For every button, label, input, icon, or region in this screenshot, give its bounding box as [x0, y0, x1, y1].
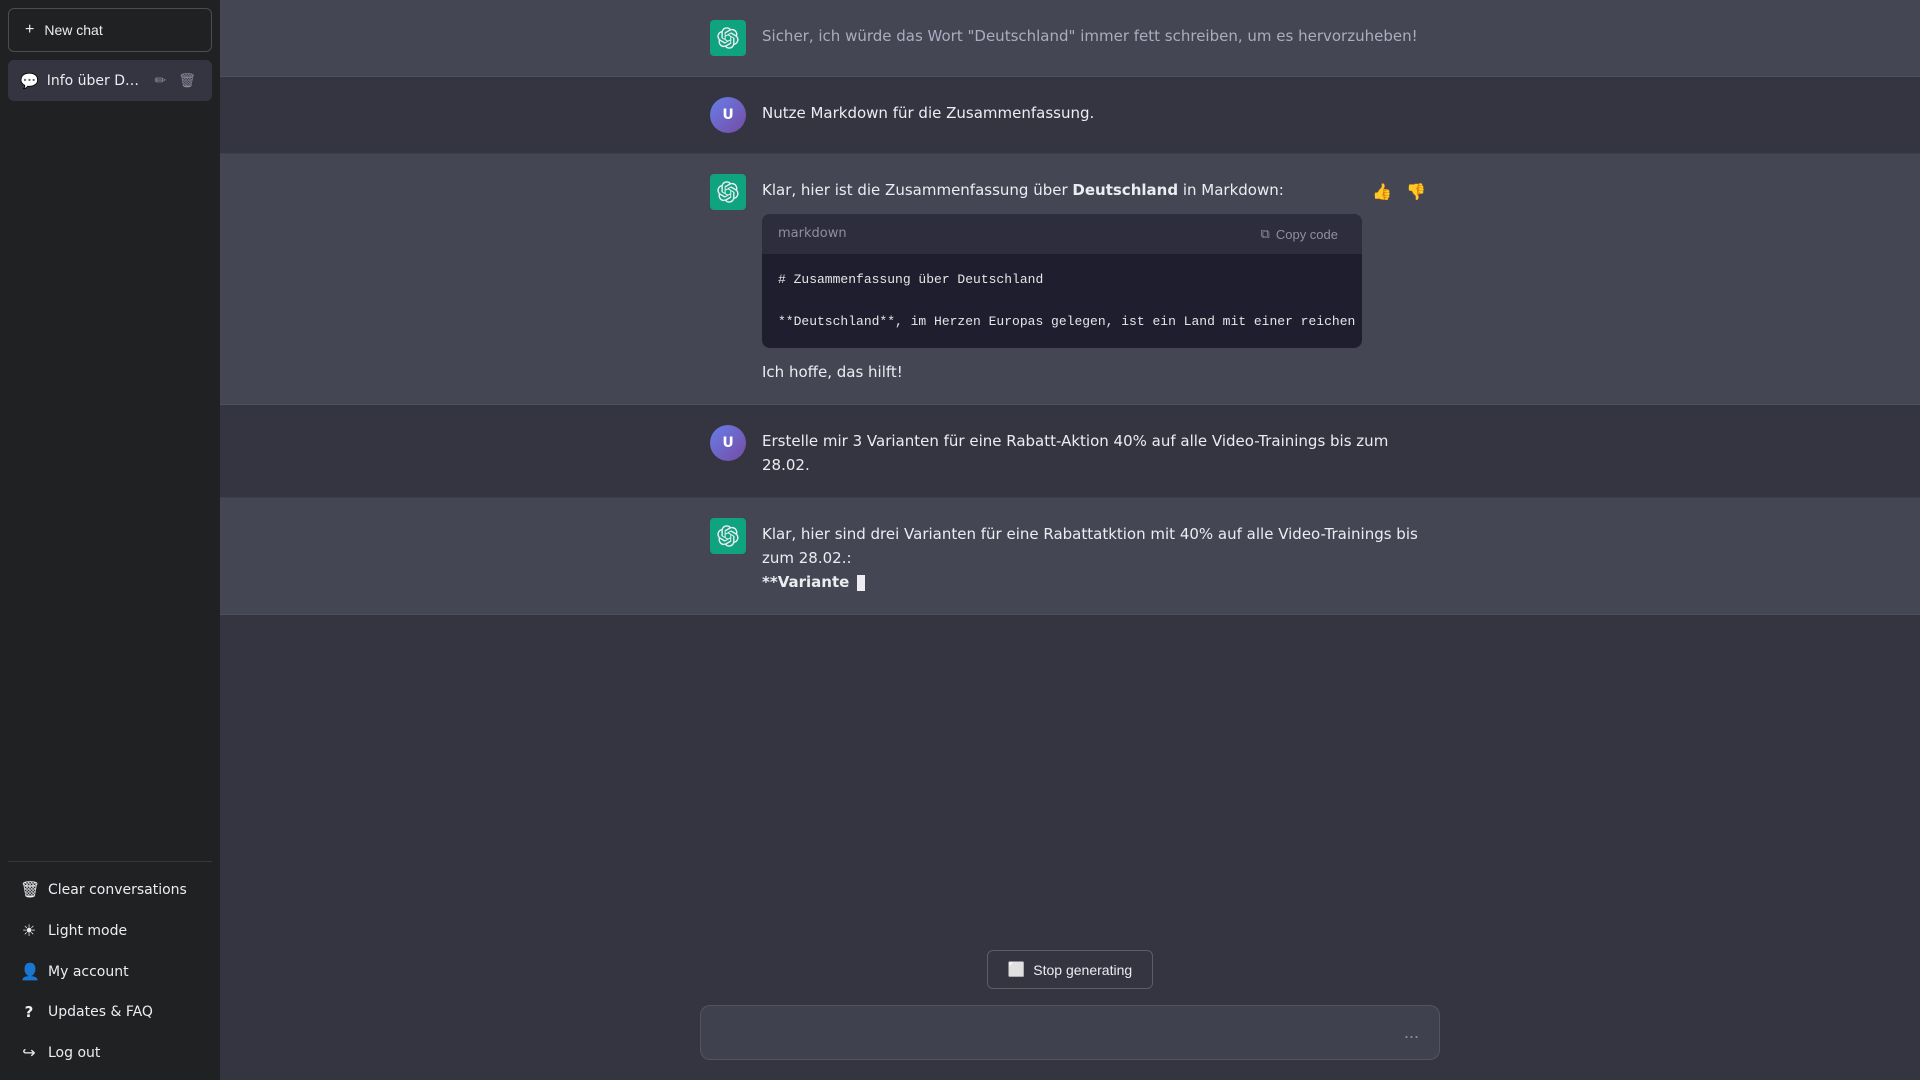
new-chat-button[interactable]: + New chat	[8, 8, 212, 52]
sidebar-item-updates-faq[interactable]: ? Updates & FAQ	[8, 993, 212, 1031]
typing-cursor	[857, 575, 865, 591]
message-block-user1: U Nutze Markdown für die Zusammenfassung…	[220, 77, 1920, 154]
assistant-msg2-intro: Klar, hier ist die Zusammenfassung über …	[762, 178, 1430, 202]
message-actions-2: 👍 👎	[1368, 178, 1430, 206]
assistant-msg3-text1: Klar, hier sind drei Varianten für eine …	[762, 522, 1430, 570]
code-block: markdown ⧉ Copy code # Zusammenfassung ü…	[762, 214, 1362, 348]
chat-history: 💬 Info über Deutschland. ✏ 🗑	[8, 60, 212, 861]
copy-code-label: Copy code	[1276, 227, 1338, 242]
assistant-message-3-content: Klar, hier sind drei Varianten für eine …	[762, 518, 1430, 594]
chat-input-area: ⬜ Stop generating ...	[220, 934, 1920, 1080]
chat-item-actions: ✏ 🗑	[150, 70, 200, 91]
message-inner: Sicher, ich würde das Wort "Deutschland"…	[670, 20, 1470, 56]
delete-chat-button[interactable]: 🗑	[174, 70, 200, 91]
light-mode-label: Light mode	[48, 923, 127, 939]
plus-icon: +	[25, 21, 34, 39]
message-block-faded: Sicher, ich würde das Wort "Deutschland"…	[220, 0, 1920, 77]
assistant-avatar	[710, 20, 746, 56]
stop-generating-label: Stop generating	[1033, 962, 1132, 978]
stop-generating-button[interactable]: ⬜ Stop generating	[987, 950, 1153, 989]
send-button[interactable]: ...	[1400, 1018, 1423, 1047]
stop-icon: ⬜	[1008, 961, 1025, 978]
account-icon: 👤	[20, 962, 38, 981]
assistant-message-2-content: Klar, hier ist die Zusammenfassung über …	[762, 174, 1430, 384]
sidebar-item-clear-conversations[interactable]: 🗑 Clear conversations	[8, 870, 212, 909]
user-message-2-text: Erstelle mir 3 Varianten für eine Rabatt…	[762, 432, 1388, 474]
new-chat-label: New chat	[44, 22, 102, 38]
sidebar-item-info-deutschland[interactable]: 💬 Info über Deutschland. ✏ 🗑	[8, 60, 212, 101]
chat-item-label: Info über Deutschland.	[47, 73, 143, 89]
message-block-user2: U Erstelle mir 3 Varianten für eine Raba…	[220, 405, 1920, 498]
logout-icon: ↪	[20, 1043, 38, 1062]
trash-icon: 🗑	[20, 880, 38, 899]
code-lang-label: markdown	[778, 224, 847, 245]
code-header: markdown ⧉ Copy code	[762, 214, 1362, 254]
updates-faq-label: Updates & FAQ	[48, 1004, 153, 1020]
copy-icon: ⧉	[1261, 226, 1270, 242]
ellipsis-icon: ...	[1404, 1022, 1419, 1043]
assistant-msg3-streaming: **Variante	[762, 570, 1430, 594]
message-inner-user2: U Erstelle mir 3 Varianten für eine Raba…	[670, 425, 1470, 477]
log-out-label: Log out	[48, 1045, 100, 1061]
edit-chat-button[interactable]: ✏	[150, 70, 170, 91]
assistant-avatar-3	[710, 518, 746, 554]
user-avatar-1: U	[710, 97, 746, 133]
message-block-assistant3: Klar, hier sind drei Varianten für eine …	[220, 498, 1920, 615]
faded-message-text: Sicher, ich würde das Wort "Deutschland"…	[762, 27, 1418, 45]
user-message-1-content: Nutze Markdown für die Zusammenfassung.	[762, 97, 1430, 125]
code-body: # Zusammenfassung über Deutschland **Deu…	[762, 254, 1362, 348]
my-account-label: My account	[48, 964, 129, 980]
assistant-avatar-2	[710, 174, 746, 210]
chat-input-wrapper: ...	[700, 1005, 1440, 1060]
sidebar-bottom: 🗑 Clear conversations ☀ Light mode 👤 My …	[8, 861, 212, 1072]
chat-messages[interactable]: Sicher, ich würde das Wort "Deutschland"…	[220, 0, 1920, 934]
copy-code-button[interactable]: ⧉ Copy code	[1253, 222, 1346, 246]
faded-message-content: Sicher, ich würde das Wort "Deutschland"…	[762, 20, 1430, 48]
message-inner-user1: U Nutze Markdown für die Zusammenfassung…	[670, 97, 1470, 133]
sidebar: + New chat 💬 Info über Deutschland. ✏ 🗑 …	[0, 0, 220, 1080]
variante-bold: **Variante	[762, 573, 855, 591]
sun-icon: ☀	[20, 921, 38, 940]
user-message-2-content: Erstelle mir 3 Varianten für eine Rabatt…	[762, 425, 1430, 477]
sidebar-item-my-account[interactable]: 👤 My account	[8, 952, 212, 991]
sidebar-item-log-out[interactable]: ↪ Log out	[8, 1033, 212, 1072]
clear-conversations-label: Clear conversations	[48, 882, 187, 898]
user-avatar-img: U	[710, 97, 746, 133]
thumbs-down-button[interactable]: 👎	[1402, 178, 1430, 206]
chat-input[interactable]	[717, 1021, 1400, 1044]
thumbs-up-button[interactable]: 👍	[1368, 178, 1396, 206]
chat-icon: 💬	[20, 72, 39, 90]
question-icon: ?	[20, 1003, 38, 1021]
assistant-msg2-end: Ich hoffe, das hilft!	[762, 360, 1430, 384]
user-message-1-text: Nutze Markdown für die Zusammenfassung.	[762, 104, 1094, 122]
main-content: Sicher, ich würde das Wort "Deutschland"…	[220, 0, 1920, 1080]
user-avatar-2: U	[710, 425, 746, 461]
message-block-assistant2: Klar, hier ist die Zusammenfassung über …	[220, 154, 1920, 405]
sidebar-item-light-mode[interactable]: ☀ Light mode	[8, 911, 212, 950]
user-avatar-img-2: U	[710, 425, 746, 461]
message-inner-assistant3: Klar, hier sind drei Varianten für eine …	[670, 518, 1470, 594]
message-inner-assistant2: Klar, hier ist die Zusammenfassung über …	[670, 174, 1470, 384]
